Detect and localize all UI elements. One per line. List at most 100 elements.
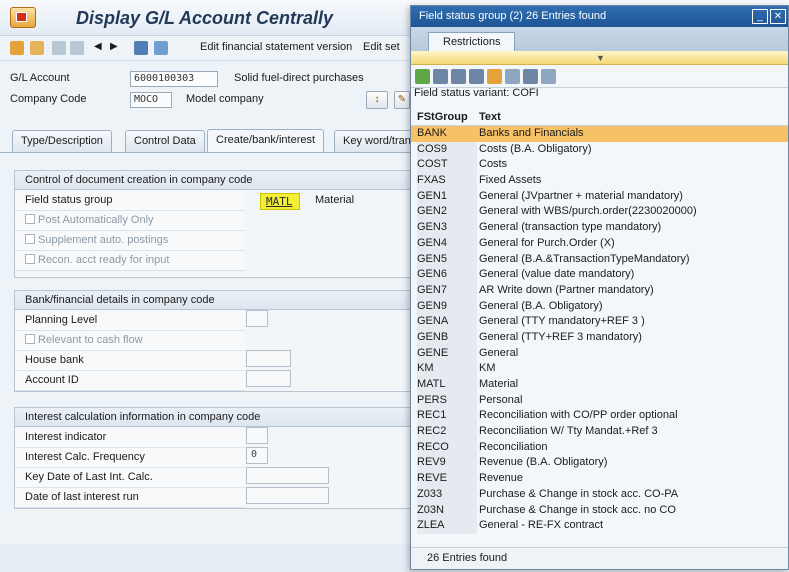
group-text: General (TTY mandatory+REF 3 ) (479, 315, 645, 328)
group-code: REV9 (417, 455, 477, 472)
restrictions-toggle[interactable]: ▼ (411, 51, 788, 65)
supplement-auto-label: Supplement auto. postings (38, 234, 169, 246)
next-icon[interactable]: ▶ (110, 41, 118, 52)
checkbox-icon (25, 214, 35, 224)
redo-icon[interactable] (70, 41, 84, 55)
tab-control-data[interactable]: Control Data (125, 130, 205, 152)
group-text: Purchase & Change in stock acc. CO-PA (479, 487, 679, 500)
close-icon[interactable]: ✕ (770, 9, 786, 24)
list-item[interactable]: BANK Banks and Financials (411, 126, 788, 142)
interest-indicator-field[interactable] (246, 427, 268, 444)
settings-icon[interactable] (541, 69, 556, 84)
list-item[interactable]: GENB General (TTY+REF 3 mandatory) (411, 329, 788, 346)
list-item[interactable]: FXAS Fixed Assets (411, 173, 788, 189)
tab-create-bank-interest[interactable]: Create/bank/interest (207, 129, 325, 153)
edit-fs-version-button[interactable]: Edit financial statement version (200, 41, 352, 53)
list-item[interactable]: RECO Reconciliation (411, 439, 788, 456)
column-header-group[interactable]: FStGroup (417, 109, 468, 126)
list-item[interactable]: GEN1 General (JVpartner + material mandat… (411, 188, 788, 205)
house-bank-field[interactable] (246, 350, 291, 367)
other-company-icon[interactable]: ↕ (366, 91, 388, 109)
list-item[interactable]: GEN5 General (B.A.&TransactionTypeMandato… (411, 251, 788, 268)
tab-key-word[interactable]: Key word/tran (334, 130, 420, 152)
list-item[interactable]: MATL Material (411, 377, 788, 393)
list-item[interactable]: GEN9 General (B.A. Obligatory) (411, 298, 788, 315)
home-icon[interactable] (154, 41, 168, 55)
tab-restrictions[interactable]: Restrictions (428, 32, 516, 51)
popup-title: Field status group (2) 26 Entries found (419, 10, 607, 22)
account-id-field[interactable] (246, 370, 291, 387)
page-title: Display G/L Account Centrally (76, 8, 334, 28)
interest-frequency-label: Interest Calc. Frequency (15, 448, 245, 468)
post-automatically-checkbox[interactable]: Post Automatically Only (15, 211, 245, 231)
interest-indicator-label: Interest indicator (15, 428, 245, 448)
popup-tab-strip: Restrictions (411, 27, 788, 51)
sort-icon[interactable] (487, 69, 502, 84)
confirm-icon[interactable] (415, 69, 430, 84)
field-status-variant: Field status variant: COFI (414, 87, 539, 99)
list-header: FStGroup Text (411, 109, 788, 126)
list-item[interactable]: COST Costs (411, 157, 788, 174)
group-code: GEN9 (417, 298, 477, 315)
popup-title-bar: Field status group (2) 26 Entries found … (411, 6, 788, 27)
gl-account-field[interactable]: 6000100303 (130, 71, 218, 87)
tab-type-description[interactable]: Type/Description (12, 130, 112, 152)
list-item[interactable]: GEN6 General (value date mandatory) (411, 267, 788, 283)
list-item[interactable]: COS9 Costs (B.A. Obligatory) (411, 141, 788, 158)
display-icon[interactable] (134, 41, 148, 55)
supplement-auto-checkbox[interactable]: Supplement auto. postings (15, 231, 245, 251)
column-header-text[interactable]: Text (479, 109, 501, 126)
find-icon[interactable] (451, 69, 466, 84)
edit-set-button[interactable]: Edit set (363, 41, 400, 53)
group-text: General for Purch.Order (X) (479, 236, 615, 249)
list-item[interactable]: ZLEA General - RE-FX contract (411, 518, 788, 534)
planning-level-field[interactable] (246, 310, 268, 327)
minimize-icon[interactable]: _ (752, 9, 768, 24)
list-item[interactable]: PERS Personal (411, 392, 788, 409)
list-item[interactable]: Z033 Purchase & Change in stock acc. CO-P… (411, 486, 788, 503)
group-text: Personal (479, 393, 523, 406)
previous-icon[interactable]: ◀ (94, 41, 102, 52)
copy-icon[interactable] (30, 41, 44, 55)
field-status-group-field[interactable]: MATL (260, 193, 300, 210)
group-code: KM (417, 361, 477, 378)
app-menu-icon[interactable] (10, 7, 36, 28)
group-code: GEN2 (417, 204, 477, 221)
undo-icon[interactable] (52, 41, 66, 55)
doc-creation-title: Control of document creation in company … (15, 171, 411, 190)
help-icon[interactable] (505, 69, 520, 84)
list-item[interactable]: GEN3 General (transaction type mandatory) (411, 220, 788, 236)
list-item[interactable]: GENA General (TTY mandatory+REF 3 ) (411, 314, 788, 330)
company-code-field[interactable]: MOCO (130, 92, 172, 108)
last-interest-run-label: Date of last interest run (15, 488, 245, 508)
cancel-icon[interactable] (433, 69, 448, 84)
list-item[interactable]: GEN4 General for Purch.Order (X) (411, 235, 788, 252)
group-code: GEN6 (417, 267, 477, 283)
create-icon[interactable] (10, 41, 24, 55)
group-code: REC1 (417, 408, 477, 425)
key-date-field[interactable] (246, 467, 329, 484)
group-code: MATL (417, 377, 477, 393)
group-code: BANK (417, 126, 477, 142)
relevant-cash-checkbox[interactable]: Relevant to cash flow (15, 331, 245, 351)
list-item[interactable]: KM KM (411, 361, 788, 378)
last-interest-run-field[interactable] (246, 487, 329, 504)
group-text: General - RE-FX contract (479, 519, 604, 532)
print-icon[interactable] (523, 69, 538, 84)
interest-frequency-field[interactable]: 0 (246, 447, 268, 464)
list-item[interactable]: REC2 Reconciliation W/ Tty Mandat.+Ref 3 (411, 424, 788, 440)
list-item[interactable]: REC1 Reconciliation with CO/PP order opti… (411, 408, 788, 425)
edit-icon[interactable]: ✎ (394, 91, 410, 109)
list-item[interactable]: GEN7 AR Write down (Partner mandatory) (411, 282, 788, 299)
list-item[interactable]: GEN2 General with WBS/purch.order(2230020… (411, 204, 788, 221)
bank-details-group: Bank/financial details in company code P… (14, 290, 412, 392)
group-code: RECO (417, 439, 477, 456)
find-next-icon[interactable] (469, 69, 484, 84)
recon-acct-checkbox[interactable]: Recon. acct ready for input (15, 251, 245, 271)
entry-list: BANK Banks and Financials COS9 Costs (B.A. … (411, 126, 788, 534)
list-item[interactable]: Z03N Purchase & Change in stock acc. no C… (411, 502, 788, 519)
group-text: Reconciliation with CO/PP order optional (479, 409, 678, 422)
list-item[interactable]: GENE General (411, 345, 788, 362)
list-item[interactable]: REVE Revenue (411, 471, 788, 487)
list-item[interactable]: REV9 Revenue (B.A. Obligatory) (411, 455, 788, 472)
